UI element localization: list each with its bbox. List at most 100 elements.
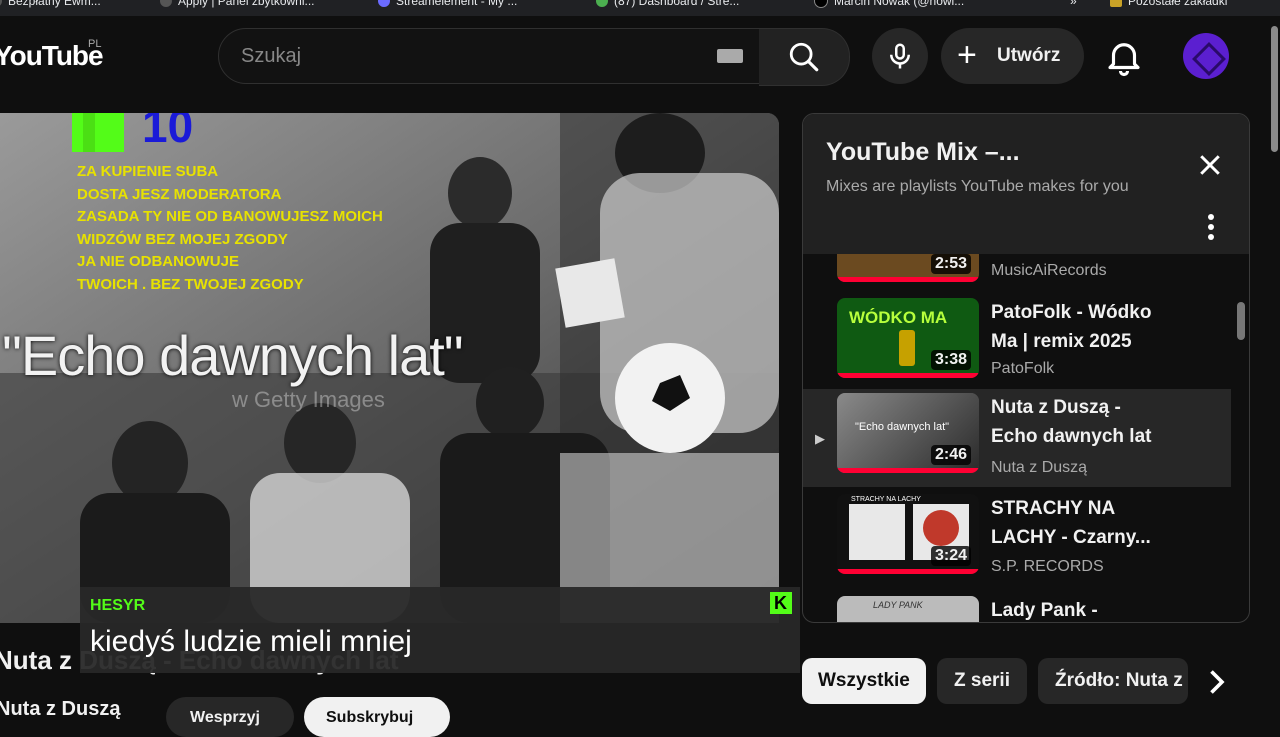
- item-channel: MusicAiRecords: [991, 262, 1107, 279]
- chat-username: HESYR: [90, 597, 146, 614]
- bookmark-item[interactable]: Apply | Panel zbytkowni...: [160, 0, 315, 8]
- stream-rules: ZA KUPIENIE SUBA DOSTA JESZ MODERATORA Z…: [77, 161, 383, 296]
- item-title[interactable]: Nuta z Duszą - Echo dawnych lat: [991, 393, 1171, 451]
- thumbnail[interactable]: STRACHY NA LACHY 3:24: [837, 494, 979, 574]
- bookmarks-bar: Bezpłatny Ewm... Apply | Panel zbytkowni…: [0, 0, 1280, 16]
- bookmark-item[interactable]: (87) Dashboard / Stre...: [596, 0, 739, 8]
- thumbnail[interactable]: WÓDKO MA 3:38: [837, 298, 979, 378]
- bookmark-label: Apply | Panel zbytkowni...: [178, 0, 315, 8]
- more-options-icon[interactable]: [1203, 212, 1219, 242]
- rule-line: ZA KUPIENIE SUBA: [77, 163, 219, 180]
- item-channel: PatoFolk: [991, 360, 1055, 377]
- bookmark-label: Bezpłatny Ewm...: [8, 0, 101, 8]
- kick-small-icon: [770, 592, 792, 614]
- thumbnail[interactable]: LADY PANK: [837, 596, 979, 622]
- item-title[interactable]: PatoFolk - Wódko Ma | remix 2025: [991, 298, 1171, 356]
- watch-progress: [837, 569, 979, 574]
- video-player[interactable]: "Echo dawnych lat" w Getty Images 10 ZA …: [0, 113, 779, 623]
- bookmark-item[interactable]: Marcin Nowak (@nowi...: [814, 0, 964, 8]
- mix-list: 2:53 MusicAiRecords WÓDKO MA 3:38 PatoFo…: [803, 254, 1249, 622]
- bookmark-label: Pozostałe zakładki: [1128, 0, 1228, 8]
- chip-label: Z serii: [954, 670, 1010, 691]
- chat-message: kiedyś ludzie mieli mniej: [90, 625, 412, 658]
- bell-icon: [1108, 43, 1140, 77]
- duration: 2:46: [930, 445, 971, 465]
- support-label: Wesprzyj: [190, 709, 260, 726]
- bookmark-item[interactable]: Streamelement - My ...: [378, 0, 517, 8]
- rule-line: WIDZÓW BEZ MOJEJ ZGODY: [77, 230, 288, 248]
- mix-subtitle: Mixes are playlists YouTube makes for yo…: [826, 178, 1129, 195]
- close-icon[interactable]: [1195, 150, 1225, 180]
- now-playing-icon: ▶: [815, 431, 825, 446]
- item-channel: S.P. RECORDS: [991, 558, 1104, 575]
- bookmark-icon: [160, 0, 172, 7]
- search-button[interactable]: [759, 28, 850, 86]
- chat-overlay: HESYR kiedyś ludzie mieli mniej: [80, 587, 800, 673]
- mix-playlist-panel: YouTube Mix –... Mixes are playlists You…: [802, 113, 1250, 623]
- video-overlay-title: "Echo dawnych lat": [2, 324, 464, 387]
- bookmark-label: Marcin Nowak (@nowi...: [834, 0, 965, 8]
- subscribe-label: Subskrybuj: [326, 709, 414, 726]
- list-item[interactable]: STRACHY NA LACHY 3:24 STRACHY NA LACHY -…: [803, 490, 1231, 588]
- duration: 2:53: [930, 254, 971, 274]
- rule-line: ZASADA TY NIE OD BANOWUJESZ MOICH: [77, 208, 383, 225]
- country-code: PL: [88, 38, 102, 50]
- microphone-icon: [890, 43, 910, 69]
- thumbnail[interactable]: 2:53: [837, 254, 979, 282]
- bookmarks-overflow-icon[interactable]: »: [1070, 0, 1077, 8]
- x-logo-icon: [814, 0, 828, 8]
- bookmark-item[interactable]: Bezpłatny Ewm...: [0, 0, 101, 8]
- search-input[interactable]: Szukaj: [241, 45, 301, 68]
- thumbnail-text: WÓDKO MA: [849, 308, 948, 327]
- list-item-active[interactable]: ▶ "Echo dawnych lat" 2:46 Nuta z Duszą -…: [803, 389, 1231, 487]
- chip-label: Źródło: Nuta z: [1055, 670, 1183, 691]
- thumbnail-text: LADY PANK: [873, 600, 923, 610]
- bookmark-icon: [596, 0, 608, 7]
- kick-count: 10: [142, 113, 194, 152]
- thumbnail-text: STRACHY NA LACHY: [851, 496, 921, 503]
- keyboard-icon[interactable]: [717, 49, 743, 63]
- create-button[interactable]: + Utwórz: [941, 28, 1084, 84]
- notifications-button[interactable]: [1103, 36, 1145, 78]
- list-item[interactable]: LADY PANK Lady Pank -: [803, 592, 1231, 622]
- duration: 3:38: [930, 350, 971, 370]
- support-button[interactable]: Wesprzyj: [166, 697, 294, 737]
- thumbnail[interactable]: "Echo dawnych lat" 2:46: [837, 393, 979, 473]
- chip-series[interactable]: Z serii: [937, 658, 1027, 704]
- watch-progress: [837, 373, 979, 378]
- bookmark-icon: [378, 0, 390, 7]
- album-cover-left: [849, 504, 905, 560]
- chip-all[interactable]: Wszystkie: [802, 658, 926, 704]
- watch-progress: [837, 277, 979, 282]
- list-item[interactable]: 2:53 MusicAiRecords: [803, 254, 1231, 296]
- chevron-right-icon[interactable]: [1198, 664, 1234, 700]
- bookmark-label: Streamelement - My ...: [396, 0, 518, 8]
- duration: 3:24: [930, 546, 971, 566]
- rule-line: DOSTA JESZ MODERATORA: [77, 185, 282, 203]
- mix-title[interactable]: YouTube Mix –...: [826, 138, 1020, 167]
- rule-line: TWOICH . BEZ TWOJEJ ZGODY: [77, 275, 304, 293]
- voice-search-button[interactable]: [872, 28, 928, 84]
- shell-image: [923, 510, 959, 546]
- folder-icon: [1110, 0, 1122, 7]
- avatar[interactable]: [1183, 33, 1229, 79]
- item-title[interactable]: Lady Pank -: [991, 596, 1171, 622]
- kick-logo-icon: [72, 113, 124, 152]
- subscribe-button[interactable]: Subskrybuj: [304, 697, 450, 737]
- bottle-image: [899, 330, 915, 366]
- rule-line: JA NIE ODBANOWUJE: [77, 253, 239, 270]
- watermark: w Getty Images: [232, 387, 385, 412]
- watch-progress: [837, 468, 979, 473]
- list-item[interactable]: WÓDKO MA 3:38 PatoFolk - Wódko Ma | remi…: [803, 294, 1231, 392]
- plus-icon: +: [957, 36, 977, 74]
- mix-header: YouTube Mix –... Mixes are playlists You…: [803, 114, 1249, 254]
- page-scrollbar[interactable]: [1271, 26, 1278, 152]
- channel-name[interactable]: Nuta z Duszą: [0, 698, 120, 721]
- masthead: YouTube PL Szukaj + Utwórz: [0, 16, 1280, 96]
- other-bookmarks[interactable]: Pozostałe zakładki: [1110, 0, 1227, 8]
- create-label: Utwórz: [997, 45, 1061, 66]
- search-box[interactable]: Szukaj: [218, 28, 760, 84]
- item-title[interactable]: STRACHY NA LACHY - Czarny...: [991, 494, 1171, 552]
- chip-source[interactable]: Źródło: Nuta z: [1038, 658, 1188, 704]
- playlist-scrollbar[interactable]: [1237, 302, 1245, 340]
